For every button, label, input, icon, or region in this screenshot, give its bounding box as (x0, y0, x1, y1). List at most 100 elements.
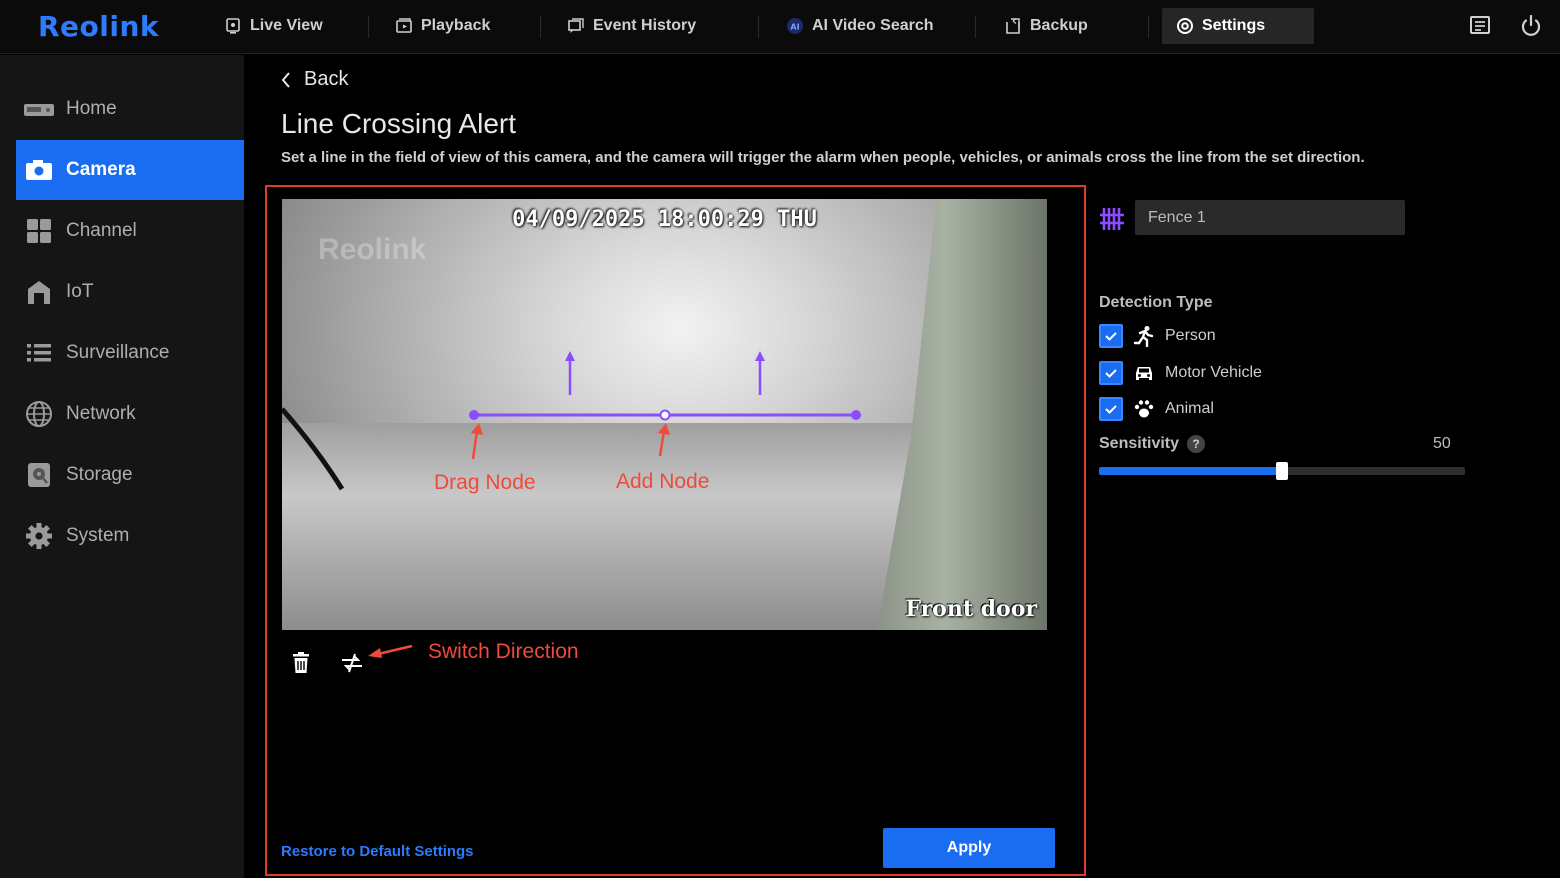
backup-icon (1006, 18, 1020, 34)
power-icon[interactable] (1519, 14, 1543, 38)
add-node-arrow (658, 423, 670, 457)
switch-direction-arrow (368, 644, 413, 658)
page-title: Line Crossing Alert (281, 108, 517, 139)
checkmark-icon (1105, 332, 1117, 341)
fence-icon (1100, 208, 1124, 230)
detection-person-row[interactable]: Person (1099, 324, 1216, 348)
nav-backup-label: Backup (1030, 17, 1088, 34)
sidebar-item-label: Camera (66, 159, 136, 180)
drag-node-annotation: Drag Node (434, 471, 536, 494)
fence-name-field[interactable]: Fence 1 (1135, 200, 1405, 235)
trash-icon[interactable] (288, 650, 314, 676)
sensitivity-label: Sensitivity (1099, 435, 1180, 452)
playback-icon (396, 18, 412, 33)
checkmark-icon (1105, 369, 1117, 378)
help-icon[interactable]: ? (1187, 435, 1206, 453)
svg-text:AI: AI (790, 23, 799, 32)
sidebar-item-surveillance[interactable]: Surveillance (16, 323, 244, 383)
sidebar-item-label: Network (66, 403, 136, 424)
nav-divider (1148, 16, 1149, 38)
nav-settings[interactable]: Settings (1162, 8, 1314, 44)
nav-backup[interactable]: Backup (990, 8, 1102, 44)
person-running-icon (1133, 326, 1154, 347)
sidebar: Home Camera Channel IoT Surveillance Net… (0, 55, 244, 878)
nav-divider (758, 16, 759, 38)
sidebar-item-label: Storage (66, 464, 133, 485)
sensitivity-slider-thumb[interactable] (1276, 462, 1288, 480)
person-checkbox[interactable] (1099, 324, 1123, 348)
checkmark-icon (1105, 405, 1117, 414)
iot-icon (28, 281, 50, 304)
direction-arrow (565, 351, 575, 395)
settings-icon (1177, 18, 1193, 34)
vehicle-label: Motor Vehicle (1165, 364, 1262, 381)
video-cable (282, 407, 345, 491)
nav-event-history[interactable]: Event History (553, 8, 710, 44)
detection-vehicle-row[interactable]: Motor Vehicle (1099, 361, 1262, 385)
nav-divider (975, 16, 976, 38)
sidebar-item-label: Home (66, 98, 117, 119)
sidebar-item-label: Channel (66, 220, 137, 241)
nav-settings-label: Settings (1202, 17, 1266, 34)
nav-playback-label: Playback (421, 17, 491, 34)
sidebar-item-storage[interactable]: Storage (16, 445, 244, 505)
nav-divider (540, 16, 541, 38)
back-label: Back (304, 68, 349, 90)
restore-defaults-link[interactable]: Restore to Default Settings (281, 843, 474, 860)
sidebar-item-label: System (66, 525, 130, 546)
ai-search-icon: AI (787, 18, 803, 34)
car-icon (1136, 367, 1152, 380)
detection-animal-row[interactable]: Animal (1099, 397, 1214, 421)
drag-node[interactable] (469, 410, 479, 420)
sidebar-item-channel[interactable]: Channel (16, 201, 244, 261)
drag-node[interactable] (851, 410, 861, 420)
sidebar-item-label: Surveillance (66, 342, 170, 363)
add-node[interactable] (659, 409, 671, 421)
nav-live-view[interactable]: Live View (210, 8, 337, 44)
sensitivity-value: 50 (1433, 435, 1451, 452)
storage-icon (28, 463, 50, 487)
sidebar-item-iot[interactable]: IoT (16, 262, 244, 322)
apply-button[interactable]: Apply (883, 828, 1055, 868)
nav-playback[interactable]: Playback (381, 8, 504, 44)
sensitivity-slider-fill (1099, 467, 1282, 475)
sidebar-item-network[interactable]: Network (16, 384, 244, 444)
home-icon (24, 104, 54, 116)
sensitivity-label-row: Sensitivity ? (1099, 435, 1206, 453)
sidebar-item-home[interactable]: Home (16, 79, 244, 139)
sidebar-item-label: IoT (66, 281, 94, 302)
nav-ai-video-search-label: AI Video Search (812, 17, 934, 34)
back-button[interactable]: Back (280, 68, 348, 91)
animal-checkbox[interactable] (1099, 397, 1123, 421)
event-history-icon (568, 18, 584, 33)
nav-event-history-label: Event History (593, 17, 697, 34)
live-view-icon (226, 18, 240, 34)
surveillance-icon (27, 344, 51, 362)
detection-type-label: Detection Type (1099, 294, 1213, 311)
sidebar-item-system[interactable]: System (16, 506, 244, 566)
channel-icon (27, 219, 51, 243)
nav-ai-video-search[interactable]: AI AI Video Search (772, 8, 948, 44)
animal-label: Animal (1165, 400, 1214, 417)
camera-preview[interactable]: Reolink 04/09/2025 18:00:29 THU Front do… (282, 199, 1047, 630)
paw-icon (1134, 400, 1154, 418)
person-label: Person (1165, 327, 1216, 344)
nav-live-view-label: Live View (250, 17, 323, 34)
vehicle-checkbox[interactable] (1099, 361, 1123, 385)
reolink-logo[interactable]: Reolink (38, 10, 159, 43)
direction-arrow (755, 351, 765, 395)
switch-direction-annotation: Switch Direction (428, 640, 579, 663)
network-icon (26, 401, 52, 427)
nav-divider (368, 16, 369, 38)
chevron-left-icon (281, 71, 290, 88)
camera-icon (26, 160, 52, 180)
drag-node-arrow (471, 423, 483, 460)
sensitivity-slider[interactable] (1099, 462, 1465, 480)
line-overlay (282, 351, 861, 491)
add-node-annotation: Add Node (616, 470, 710, 493)
switch-direction-icon[interactable] (339, 650, 365, 676)
page-description: Set a line in the field of view of this … (281, 149, 1365, 166)
notes-icon[interactable] (1468, 14, 1492, 38)
sidebar-item-camera[interactable]: Camera (16, 140, 244, 200)
top-bar: Reolink Live View Playback Event History… (0, 0, 1560, 54)
